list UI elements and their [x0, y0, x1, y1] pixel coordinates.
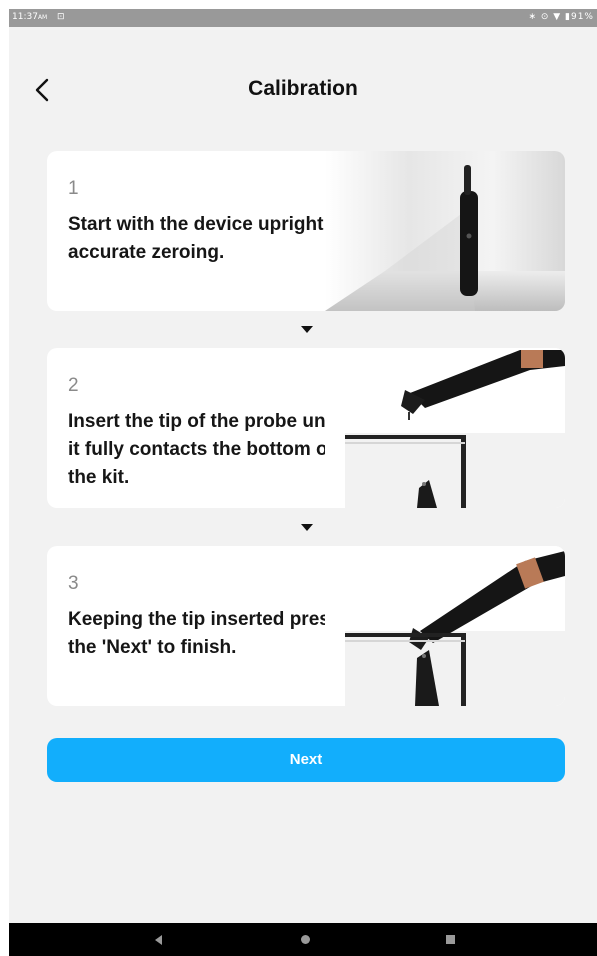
status-icon-group: ∗ ⊙ ▼ ▮	[528, 12, 571, 22]
next-button[interactable]: Next	[47, 738, 565, 782]
status-icons: ∗ ⊙ ▼ ▮91%	[528, 12, 594, 22]
step-card-2: 2 Insert the tip of the probe until it f…	[47, 348, 565, 508]
step-card-1: 1 Start with the device upright for accu…	[47, 151, 565, 311]
status-time: 11:37AM	[12, 12, 48, 22]
step-number: 2	[68, 375, 79, 396]
down-arrow-icon	[301, 524, 313, 531]
step-card-3: 3 Keeping the tip inserted press the 'Ne…	[47, 546, 565, 706]
page-title: Calibration	[248, 77, 358, 100]
probe-inserted-image	[325, 546, 565, 706]
navigation-bar	[9, 923, 597, 956]
nav-home-icon[interactable]	[301, 935, 310, 944]
step-number: 3	[68, 573, 79, 594]
screen: 11:37AM ⊡ ∗ ⊙ ▼ ▮91% Calibration 1 Start…	[9, 9, 597, 956]
step-number: 1	[68, 178, 79, 199]
step-text: Start with the device upright for accura…	[68, 214, 355, 263]
step-text: Insert the tip of the probe until it ful…	[68, 411, 343, 488]
probe-insert-image	[325, 348, 565, 508]
device-upright-image	[325, 151, 565, 311]
screen-mirror-icon: ⊡	[57, 12, 65, 22]
nav-recents-icon[interactable]	[446, 935, 455, 944]
down-arrow-icon	[301, 326, 313, 333]
battery-percent: 91%	[570, 12, 594, 22]
status-bar: 11:37AM ⊡ ∗ ⊙ ▼ ▮91%	[9, 9, 597, 27]
step-text: Keeping the tip inserted press the 'Next…	[68, 609, 341, 658]
nav-back-icon[interactable]	[155, 935, 162, 945]
